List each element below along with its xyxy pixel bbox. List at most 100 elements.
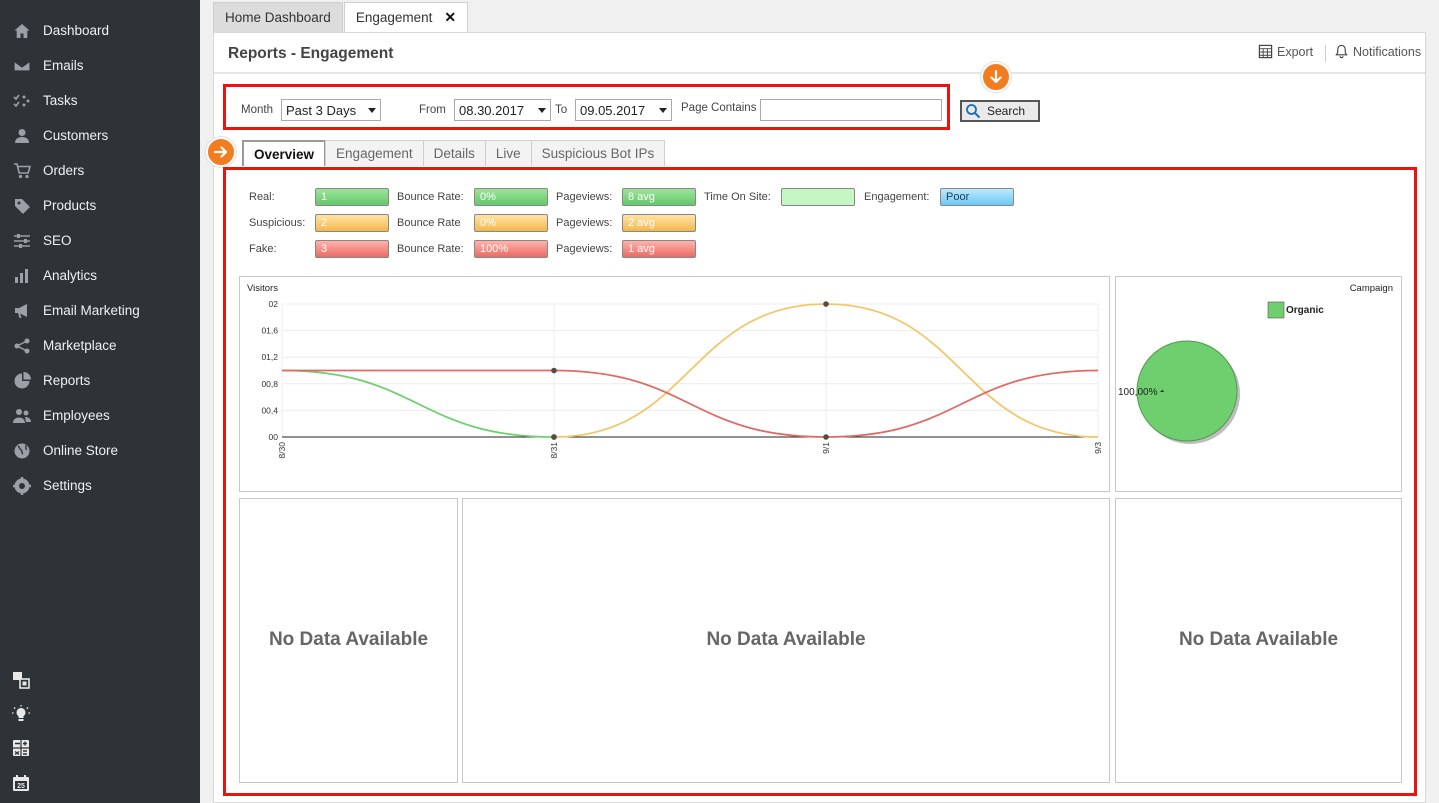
sidebar-item-seo[interactable]: SEO [0,223,200,258]
tasks-icon [12,91,32,111]
sidebar-item-online-store[interactable]: Online Store [0,433,200,468]
subtab-engagement[interactable]: Engagement [325,140,424,166]
page-header: Reports - Engagement Export Notification… [214,33,1425,74]
sidebar-item-orders[interactable]: Orders [0,153,200,188]
calendar-day: 25 [17,783,25,790]
empty-chart-panel-3: No Data Available [1115,498,1402,783]
no-data-message: No Data Available [1178,629,1339,650]
visitors-chart-panel: Visitors 00 00,4 00,8 01,2 01,6 02 8/30 8/31 9/1 9… [239,276,1110,492]
to-date-picker[interactable]: 09.05.2017 [575,99,672,121]
month-value: Past 3 Days [286,102,357,118]
envelope-icon [12,56,32,76]
sidebar-item-products[interactable]: Products [0,188,200,223]
sidebar-item-analytics[interactable]: Analytics [0,258,200,293]
sidebar-item-label: Email Marketing [43,303,140,318]
y-tick-label: 00 [269,432,279,442]
engagement-value: Poor [940,188,1014,206]
sidebar-item-marketplace[interactable]: Marketplace [0,328,200,363]
data-point[interactable] [551,434,557,440]
sidebar-item-dashboard[interactable]: Dashboard [0,13,200,48]
tab-home-dashboard[interactable]: Home Dashboard [213,2,343,32]
month-label: Month [241,104,273,116]
filter-bar: Month Past 3 Days From 08.30.2017 To 09.… [223,84,950,130]
page-contains-label: Page Contains [681,102,757,114]
sidebar-item-emails[interactable]: Emails [0,48,200,83]
lightbulb-icon[interactable] [11,704,31,724]
sidebar-item-label: SEO [43,233,72,248]
sidebar-item-label: Marketplace [43,338,117,353]
chevron-down-icon [368,108,376,113]
empty-chart-panel-1: No Data Available [239,498,458,783]
tab-home-dashboard-label: Home Dashboard [225,10,331,25]
calendar-icon[interactable]: 25 [11,773,31,793]
from-label: From [419,104,446,116]
tab-engagement[interactable]: Engagement ✕ [343,2,469,32]
user-icon [12,126,32,146]
export-button[interactable]: Export [1258,44,1313,59]
month-select[interactable]: Past 3 Days [281,99,381,121]
sidebar-item-tasks[interactable]: Tasks [0,83,200,118]
sidebar-item-label: Dashboard [43,23,110,38]
real-bounce-rate: 0% [474,188,548,206]
suspicious-pageviews: 2 avg [622,214,696,232]
sidebar-item-label: Analytics [43,268,98,283]
pie-icon [12,371,32,391]
y-tick-label: 01,2 [261,352,278,362]
fake-label: Fake: [249,243,277,255]
close-icon[interactable]: ✕ [444,9,456,26]
real-pageviews: 8 avg [622,188,696,206]
data-point[interactable] [823,301,829,307]
search-button[interactable]: Search [960,100,1040,122]
y-tick-label: 01,6 [261,326,278,336]
time-on-site-label: Time On Site: [704,191,771,203]
sidebar-item-label: Customers [43,128,109,143]
bar-chart-icon [12,266,32,286]
share-icon [12,336,32,356]
visitors-line-chart: Visitors 00 00,4 00,8 01,2 01,6 02 8/30 8/31 9/1 9… [247,283,1103,459]
y-tick-label: 00,4 [261,405,278,415]
search-icon [966,104,981,119]
report-panel: Reports - Engagement Export Notification… [206,32,1426,803]
chevron-down-icon [659,108,667,113]
notifications-button[interactable]: Notifications [1334,44,1421,59]
sidebar-item-label: Employees [43,408,110,423]
megaphone-icon [12,301,32,321]
page-contains-input[interactable] [760,99,942,121]
notifications-label: Notifications [1353,44,1422,59]
data-point[interactable] [823,434,829,440]
sidebar-item-label: Settings [43,478,92,493]
data-point[interactable] [551,367,557,374]
real-pageviews-label: Pageviews: [556,191,613,203]
calculator-icon[interactable] [11,738,31,758]
overview-content: Real: 1 Bounce Rate: 0% Pageviews: 8 avg… [223,167,1417,796]
chevron-down-icon [538,108,546,113]
fake-bounce-label: Bounce Rate: [397,243,464,255]
x-tick-label: 9/3 [1093,442,1103,454]
sidebar-item-email-marketing[interactable]: Email Marketing [0,293,200,328]
report-subtabs: Overview Engagement Details Live Suspicious … [242,140,666,166]
sidebar-item-reports[interactable]: Reports [0,363,200,398]
x-tick-label: 8/31 [549,442,559,459]
campaign-pie-chart: Campaign Organic 100,00% [1118,283,1393,444]
sidebar-item-label: Tasks [43,93,78,108]
legend-swatch [1267,301,1285,319]
sliders-icon [12,231,32,251]
subtab-live[interactable]: Live [484,140,532,166]
arrow-right-marker-icon [206,137,236,167]
to-date-value: 09.05.2017 [580,102,646,118]
gear-icon [12,476,32,496]
search-label: Search [987,104,1026,118]
sidebar-item-settings[interactable]: Settings [0,468,200,503]
y-tick-label: 00,8 [261,379,278,389]
windows-icon[interactable] [11,670,31,690]
subtab-suspicious-bot-ips[interactable]: Suspicious Bot IPs [530,140,666,166]
chart-title: Visitors [247,283,278,294]
from-date-picker[interactable]: 08.30.2017 [454,99,551,121]
subtab-details[interactable]: Details [422,140,486,166]
real-count: 1 [315,188,389,206]
sidebar-item-customers[interactable]: Customers [0,118,200,153]
real-bounce-label: Bounce Rate: [397,191,464,203]
suspicious-bounce-rate: 0% [474,214,548,232]
sidebar-item-employees[interactable]: Employees [0,398,200,433]
subtab-overview[interactable]: Overview [242,140,327,166]
